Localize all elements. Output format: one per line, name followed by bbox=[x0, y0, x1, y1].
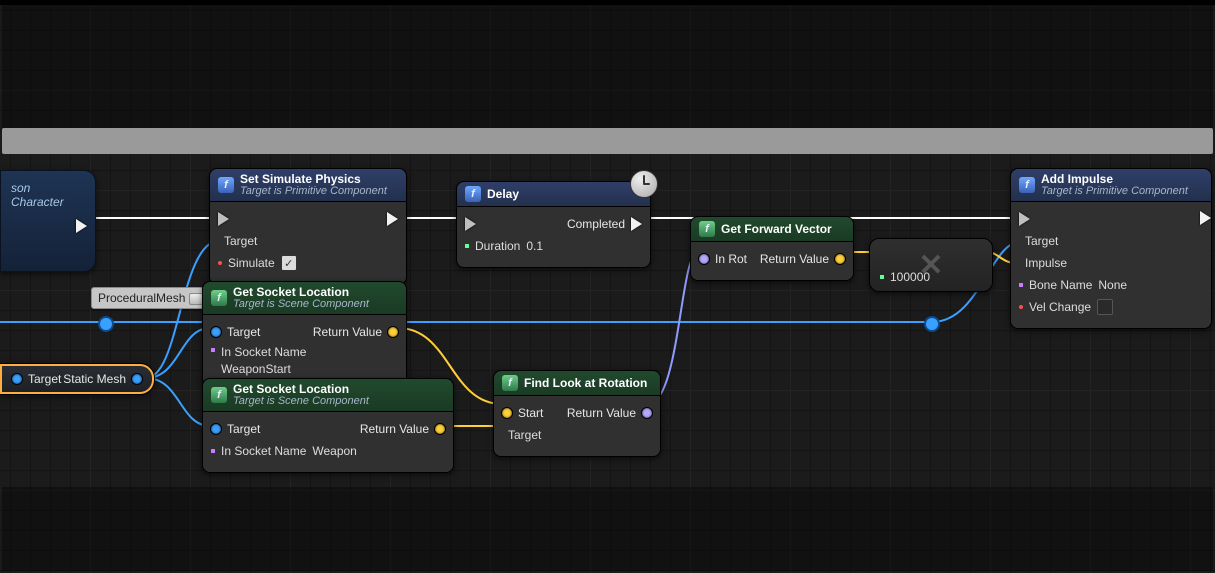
pin-b[interactable] bbox=[880, 275, 884, 279]
pin-target[interactable] bbox=[211, 327, 221, 337]
node-find-look-at-rotation[interactable]: f Find Look at Rotation Start Return Val… bbox=[493, 370, 661, 457]
pin-completed-label: Completed bbox=[567, 217, 625, 231]
node-title: Get Forward Vector bbox=[721, 223, 832, 236]
pin-start[interactable] bbox=[502, 408, 512, 418]
pin-return-label: Return Value bbox=[760, 252, 829, 266]
exec-in-icon[interactable] bbox=[465, 217, 476, 231]
pin-simulate-label: Simulate bbox=[228, 256, 275, 270]
node-subtitle: Target is Primitive Component bbox=[240, 186, 387, 198]
pin-simulate[interactable] bbox=[218, 261, 222, 265]
pin-target-label: Target bbox=[28, 372, 61, 386]
pin-target-in[interactable] bbox=[12, 374, 22, 384]
exec-out-icon[interactable] bbox=[1200, 211, 1211, 225]
node-subtitle: Target is Scene Component bbox=[233, 396, 369, 408]
b-field[interactable]: 100000 bbox=[890, 270, 938, 284]
exec-in-icon[interactable] bbox=[1019, 212, 1030, 226]
pin-staticmesh-out[interactable] bbox=[132, 374, 142, 384]
pin-inrot-label: In Rot bbox=[715, 252, 747, 266]
node-subtitle: Target is Primitive Component bbox=[1041, 186, 1188, 198]
node-title: Get Socket Location bbox=[233, 286, 369, 299]
socketname-field[interactable]: WeaponStart bbox=[221, 362, 306, 376]
pin-bonename[interactable] bbox=[1019, 283, 1023, 287]
exec-completed-icon[interactable] bbox=[631, 217, 642, 231]
comment-region-bottom bbox=[2, 487, 1213, 571]
function-icon: f bbox=[211, 387, 227, 403]
node-title: Set Simulate Physics bbox=[240, 173, 387, 186]
function-icon: f bbox=[218, 177, 234, 193]
pin-target-label: Target bbox=[227, 325, 260, 339]
node-add-impulse[interactable]: f Add Impulse Target is Primitive Compon… bbox=[1010, 168, 1212, 329]
duration-field[interactable]: 0.1 bbox=[526, 239, 543, 253]
node-delay[interactable]: f Delay Completed Duration 0.1 bbox=[456, 181, 651, 268]
pin-target-label: Target bbox=[224, 234, 257, 248]
pin-bone-label: Bone Name bbox=[1029, 278, 1092, 292]
node-cast-to-character[interactable]: son Character bbox=[0, 170, 96, 272]
bone-field[interactable]: None bbox=[1098, 278, 1127, 292]
pin-return-label: Return Value bbox=[567, 406, 636, 420]
pin-vel-label: Vel Change bbox=[1029, 300, 1091, 314]
node-title: Find Look at Rotation bbox=[524, 377, 647, 390]
pin-start-label: Start bbox=[518, 406, 543, 420]
pin-return[interactable] bbox=[388, 327, 398, 337]
pin-duration[interactable] bbox=[465, 244, 469, 248]
function-icon: f bbox=[699, 221, 715, 237]
exec-out-icon[interactable] bbox=[76, 219, 87, 233]
comment-region-top bbox=[2, 5, 1213, 128]
pin-staticmesh-label: Static Mesh bbox=[63, 372, 126, 386]
node-set-simulate-physics[interactable]: f Set Simulate Physics Target is Primiti… bbox=[209, 168, 407, 285]
pin-target[interactable] bbox=[211, 424, 221, 434]
node-title: Add Impulse bbox=[1041, 173, 1188, 186]
pin-return[interactable] bbox=[835, 254, 845, 264]
comment-titlebar[interactable] bbox=[2, 128, 1213, 154]
pin-return[interactable] bbox=[435, 424, 445, 434]
velchange-checkbox[interactable] bbox=[1097, 299, 1113, 315]
pin-return[interactable] bbox=[642, 408, 652, 418]
node-multiply[interactable]: ✕ 100000 bbox=[869, 238, 993, 292]
cast-subtitle: son Character bbox=[1, 171, 95, 215]
pin-socketname-label: In Socket Name bbox=[221, 345, 306, 359]
blueprint-canvas[interactable]: son Character ProceduralMesh Target Stat… bbox=[0, 0, 1215, 573]
pin-inrot[interactable] bbox=[699, 254, 709, 264]
clock-icon bbox=[630, 170, 658, 198]
exec-in-icon[interactable] bbox=[218, 212, 229, 226]
pin-socketname-label: In Socket Name bbox=[221, 444, 306, 458]
socketname-field[interactable]: Weapon bbox=[312, 444, 366, 458]
pin-impulse-label: Impulse bbox=[1025, 256, 1067, 270]
pin-socketname[interactable] bbox=[211, 348, 215, 352]
function-icon: f bbox=[465, 186, 481, 202]
pin-target-label: Target bbox=[508, 428, 541, 442]
pin-socketname[interactable] bbox=[211, 449, 215, 453]
node-title: Get Socket Location bbox=[233, 383, 369, 396]
pin-target-label: Target bbox=[1025, 234, 1058, 248]
viewport-edge bbox=[0, 0, 1215, 5]
node-get-forward-vector[interactable]: f Get Forward Vector In Rot Return Value bbox=[690, 216, 854, 281]
pin-return-label: Return Value bbox=[360, 422, 429, 436]
pin-velchange[interactable] bbox=[1019, 305, 1023, 309]
function-icon: f bbox=[211, 290, 227, 306]
node-static-mesh-get[interactable]: Target Static Mesh bbox=[0, 364, 154, 394]
reroute-1[interactable] bbox=[98, 316, 114, 332]
node-get-socket-location-1[interactable]: f Get Socket Location Target is Scene Co… bbox=[202, 281, 407, 387]
pin-return-label: Return Value bbox=[313, 325, 382, 339]
simulate-checkbox[interactable]: ✓ bbox=[281, 255, 297, 271]
component-chip-proceduralmesh[interactable]: ProceduralMesh bbox=[91, 287, 208, 309]
exec-out-icon[interactable] bbox=[387, 212, 398, 226]
pin-target-label: Target bbox=[227, 422, 260, 436]
function-icon: f bbox=[1019, 177, 1035, 193]
pin-duration-label: Duration bbox=[475, 239, 520, 253]
node-get-socket-location-2[interactable]: f Get Socket Location Target is Scene Co… bbox=[202, 378, 454, 473]
node-title: Delay bbox=[487, 188, 519, 201]
node-subtitle: Target is Scene Component bbox=[233, 299, 369, 311]
reroute-2[interactable] bbox=[924, 316, 940, 332]
function-icon: f bbox=[502, 375, 518, 391]
